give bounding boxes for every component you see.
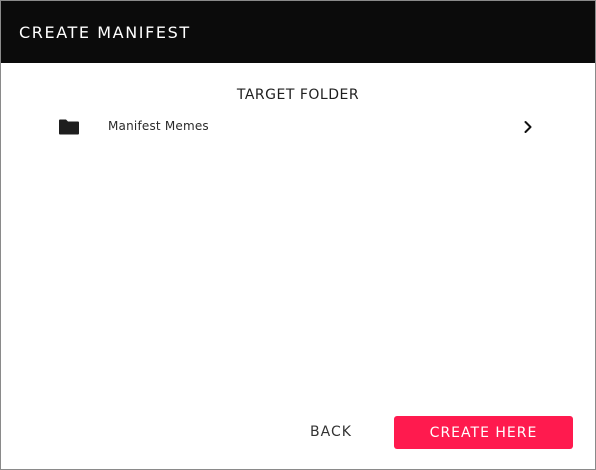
dialog-header: CREATE MANIFEST [1,1,595,63]
folder-icon [59,119,79,135]
back-button[interactable]: BACK [289,415,373,449]
folder-row-manifest-memes[interactable]: Manifest Memes [1,111,595,143]
chevron-right-icon[interactable] [522,119,534,135]
create-here-button[interactable]: CREATE HERE [394,416,573,449]
folder-name: Manifest Memes [108,119,209,133]
dialog-title: CREATE MANIFEST [19,22,191,42]
create-manifest-dialog: CREATE MANIFEST TARGET FOLDER Manifest M… [0,0,596,470]
target-folder-heading: TARGET FOLDER [236,87,360,103]
dialog-actions: BACK CREATE HERE [1,415,595,449]
